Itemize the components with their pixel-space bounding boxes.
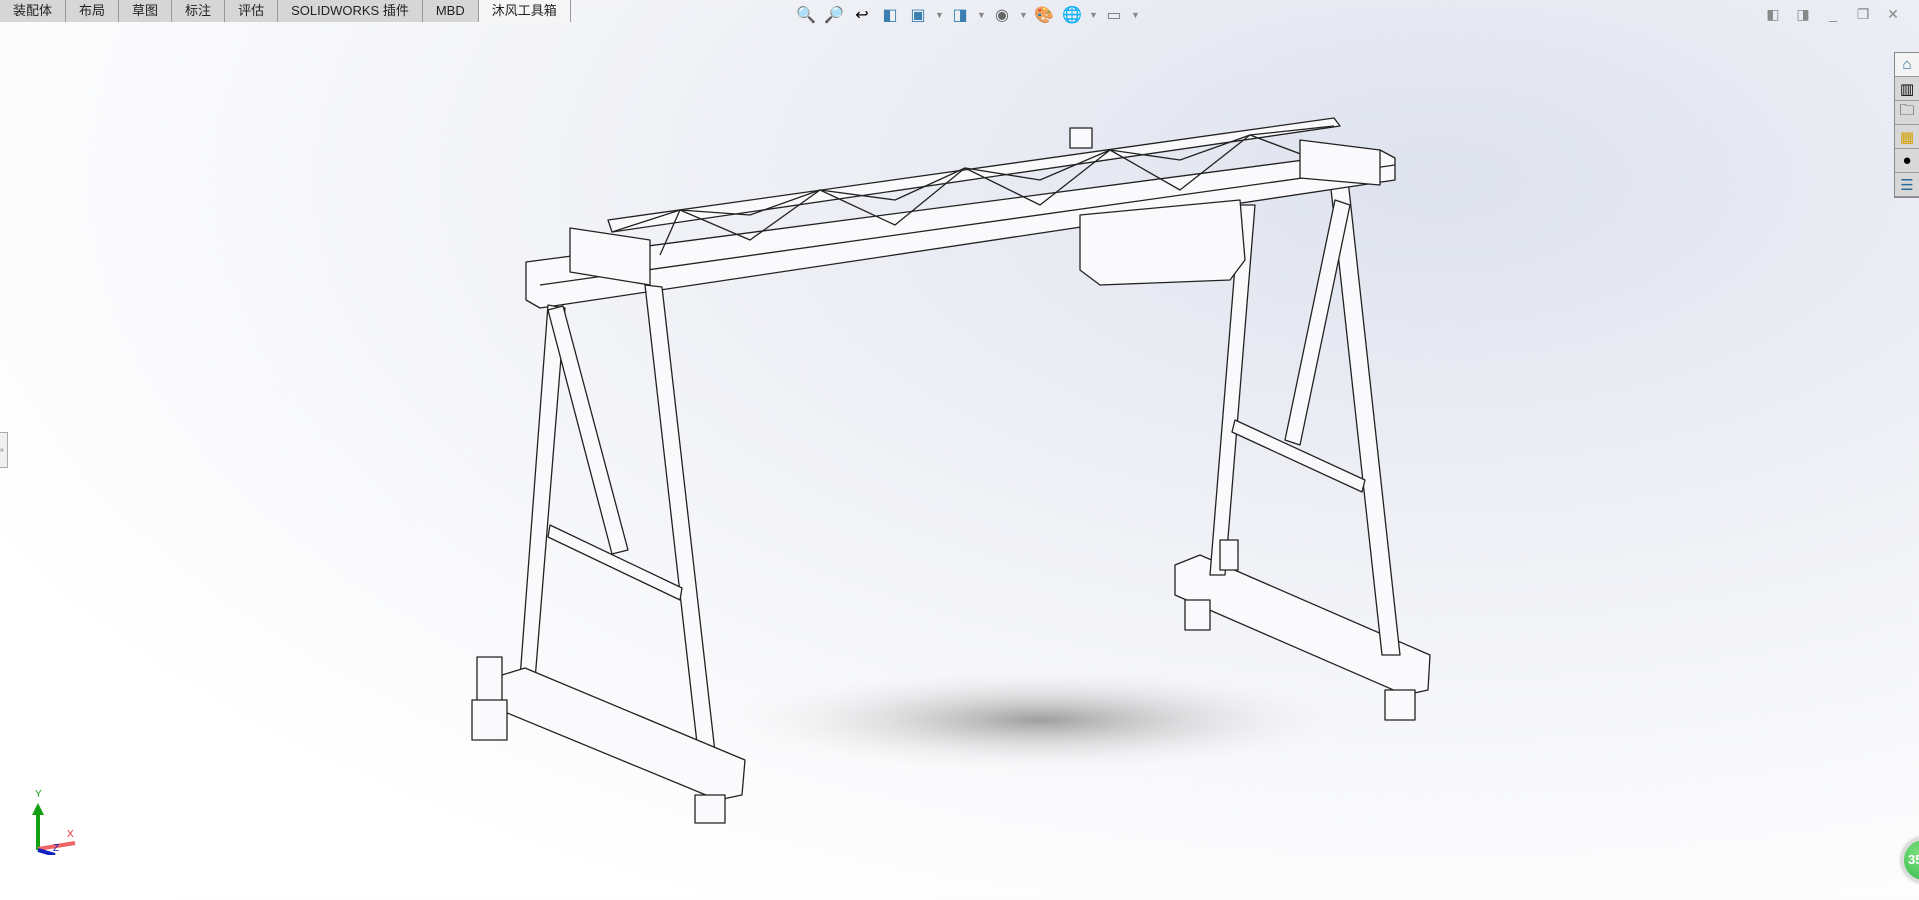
right-brace (1284, 199, 1351, 446)
left-wheel (694, 794, 726, 824)
left-leg-rear (519, 304, 566, 681)
triad-y-label: Y (35, 789, 42, 800)
hoist-motor (1069, 127, 1093, 149)
reference-triad: Y X Z (25, 789, 85, 860)
triad-z-label: Z (53, 843, 60, 854)
gantry-crane-model[interactable] (0, 0, 1919, 900)
left-gearbox (471, 699, 508, 741)
trolley (1079, 199, 1246, 286)
right-wheel-rear (1184, 599, 1211, 631)
right-motor (1219, 539, 1239, 571)
left-brace (547, 305, 629, 555)
right-end-carriage-top (1299, 139, 1381, 186)
left-motor (476, 656, 503, 703)
model-shadow (710, 665, 1370, 775)
right-wheel (1384, 689, 1416, 721)
left-leg-front (644, 284, 716, 753)
triad-x-label: X (67, 829, 74, 840)
